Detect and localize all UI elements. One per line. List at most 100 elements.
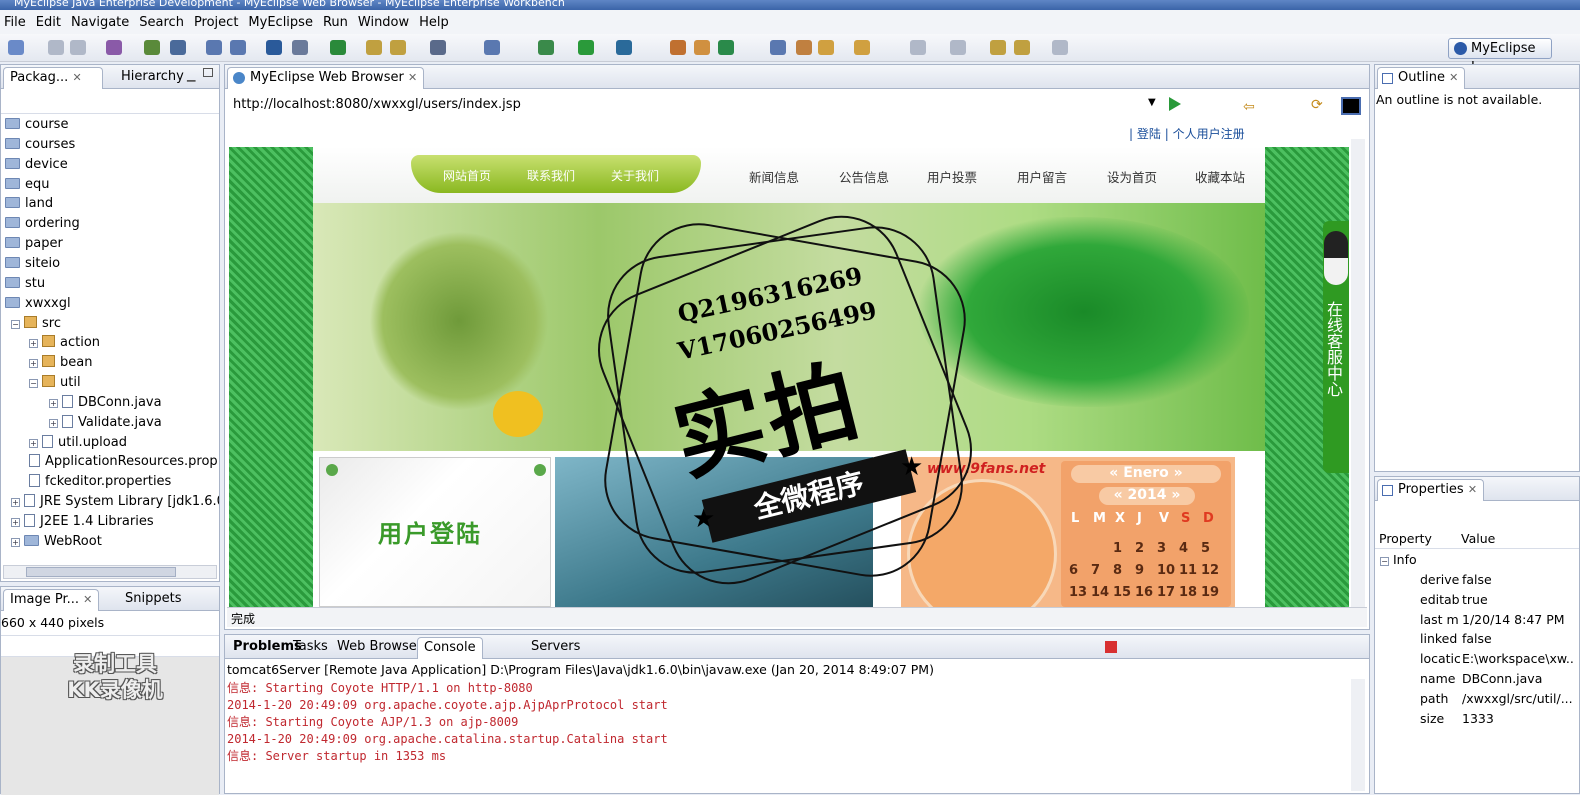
toolbar-button-icon[interactable] [8,40,24,55]
menu-help[interactable]: Help [415,15,455,30]
expand-icon[interactable]: + [29,339,38,349]
vertical-scrollbar[interactable] [1351,139,1365,607]
horizontal-scrollbar[interactable] [3,565,217,579]
toolbar-button-icon[interactable] [266,40,282,55]
tab-web-browser[interactable]: MyEclipse Web Browser ✕ [227,67,425,89]
minimize-icon[interactable]: ▁ [187,69,195,82]
toolbar-button-icon[interactable] [206,40,222,55]
calendar-day[interactable]: 15 [1113,585,1131,600]
nav-item[interactable]: 设为首页 [1107,167,1157,186]
tree-item[interactable]: course [5,115,68,135]
close-icon[interactable]: ✕ [1449,71,1458,84]
tree-item[interactable]: + J2EE 1.4 Libraries [11,512,154,532]
value-column-header[interactable]: Value [1461,531,1495,546]
tab-outline[interactable]: Outline ✕ [1377,67,1466,89]
toolbar-button-icon[interactable] [390,40,406,55]
calendar-day[interactable]: 7 [1091,563,1100,578]
toolbar-button-icon[interactable] [616,40,632,55]
calendar-day[interactable]: 17 [1157,585,1175,600]
perspective-button[interactable]: MyEclipse J... [1448,38,1552,75]
url-input[interactable]: http://localhost:8080/xwxxgl/users/index… [233,97,521,112]
tree-item[interactable]: xwxxgl [5,294,71,314]
nav-item[interactable]: 新闻信息 [749,167,799,186]
tree-item[interactable]: + bean [29,353,92,373]
tree-item[interactable]: stu [5,274,45,294]
calendar-day[interactable]: 8 [1113,563,1122,578]
tree-item[interactable]: siteio [5,254,60,274]
expand-icon[interactable]: + [29,359,38,369]
calendar-day[interactable]: 12 [1201,563,1219,578]
go-icon[interactable] [1169,97,1181,111]
toolbar-button-icon[interactable] [770,40,786,55]
console-scrollbar[interactable] [1351,679,1365,791]
toolbar-button-icon[interactable] [718,40,734,55]
property-row[interactable]: editab true [1420,592,1574,607]
green-nav-item[interactable]: 网站首页 [443,167,491,184]
nav-item[interactable]: 收藏本站 [1195,167,1245,186]
tree-item[interactable]: equ [5,175,50,195]
calendar-day[interactable]: 18 [1179,585,1197,600]
tree-item[interactable]: + WebRoot [11,532,102,552]
tree-item[interactable]: + util.upload [29,433,127,453]
calendar-day[interactable]: 9 [1135,563,1144,578]
toolbar-button-icon[interactable] [694,40,710,55]
tree-item[interactable]: land [5,194,53,214]
tab-properties[interactable]: Properties ✕ [1377,479,1485,501]
property-row[interactable]: linked false [1420,631,1574,646]
calendar-day[interactable]: 16 [1135,585,1153,600]
property-row[interactable]: last m 1/20/14 8:47 PM [1420,612,1574,627]
calendar-day[interactable]: 2 [1135,541,1144,556]
green-nav-item[interactable]: 联系我们 [527,167,575,184]
tab-hierarchy[interactable]: Hierarchy [115,67,190,89]
tab-console[interactable]: Console [417,637,483,659]
toolbar-button-icon[interactable] [538,40,554,55]
toolbar-button-icon[interactable] [106,40,122,55]
chevron-down-icon[interactable]: ▼ [1148,97,1156,108]
close-icon[interactable]: ✕ [408,71,417,84]
back-icon[interactable]: ⇦ [1243,99,1255,115]
calendar-day[interactable]: 10 [1157,563,1175,578]
property-row[interactable]: path/xwxxgl/src/util/... [1420,691,1574,706]
tab-package-explorer[interactable]: Packag... ✕ [3,67,103,89]
calendar-day[interactable]: 3 [1157,541,1166,556]
properties-group[interactable]: − Info [1380,552,1417,567]
stop-icon[interactable] [1105,641,1117,653]
tab-snippets[interactable]: Snippets [119,589,187,611]
calendar-day[interactable]: 6 [1069,563,1078,578]
register-link[interactable]: 个人用户注册 [1173,127,1245,141]
toolbar-button-icon[interactable] [366,40,382,55]
property-row[interactable]: size 1333 [1420,711,1574,726]
toolbar-button-icon[interactable] [430,40,446,55]
tree-item[interactable]: + JRE System Library [jdk1.6.0] [11,492,219,512]
property-row[interactable]: derive false [1420,572,1574,587]
calendar-day[interactable]: 11 [1179,563,1197,578]
tree-item[interactable]: device [5,155,68,175]
tab-servers[interactable]: Servers [525,637,586,659]
menu-project[interactable]: Project [190,15,244,30]
menu-run[interactable]: Run [319,15,354,30]
expand-icon[interactable]: + [49,398,58,408]
calendar-day[interactable]: 4 [1179,541,1188,556]
close-icon[interactable]: ✕ [83,593,92,606]
toolbar-button-icon[interactable] [70,40,86,55]
toolbar-button-icon[interactable] [170,40,186,55]
refresh-icon[interactable]: ⟳ [1311,97,1323,113]
nav-item[interactable]: 公告信息 [839,167,889,186]
close-icon[interactable]: ✕ [72,71,81,84]
expand-icon[interactable]: − [11,319,20,329]
tree-item[interactable]: paper [5,234,63,254]
toolbar-button-icon[interactable] [990,40,1006,55]
expand-icon[interactable]: + [49,418,58,428]
toolbar-button-icon[interactable] [950,40,966,55]
tree-item[interactable]: ordering [5,214,80,234]
toolbar-button-icon[interactable] [292,40,308,55]
property-row[interactable]: locaticE:\workspace\xw... [1420,651,1574,666]
scrollbar-thumb[interactable] [26,567,176,577]
tree-item[interactable]: + action [29,333,100,353]
menu-search[interactable]: Search [135,15,190,30]
menu-window[interactable]: Window [354,15,415,30]
calendar-day[interactable]: 13 [1069,585,1087,600]
toolbar-button-icon[interactable] [818,40,834,55]
tab-web-browser[interactable]: Web Browser [331,637,428,659]
tree-item[interactable]: − src [11,314,61,334]
